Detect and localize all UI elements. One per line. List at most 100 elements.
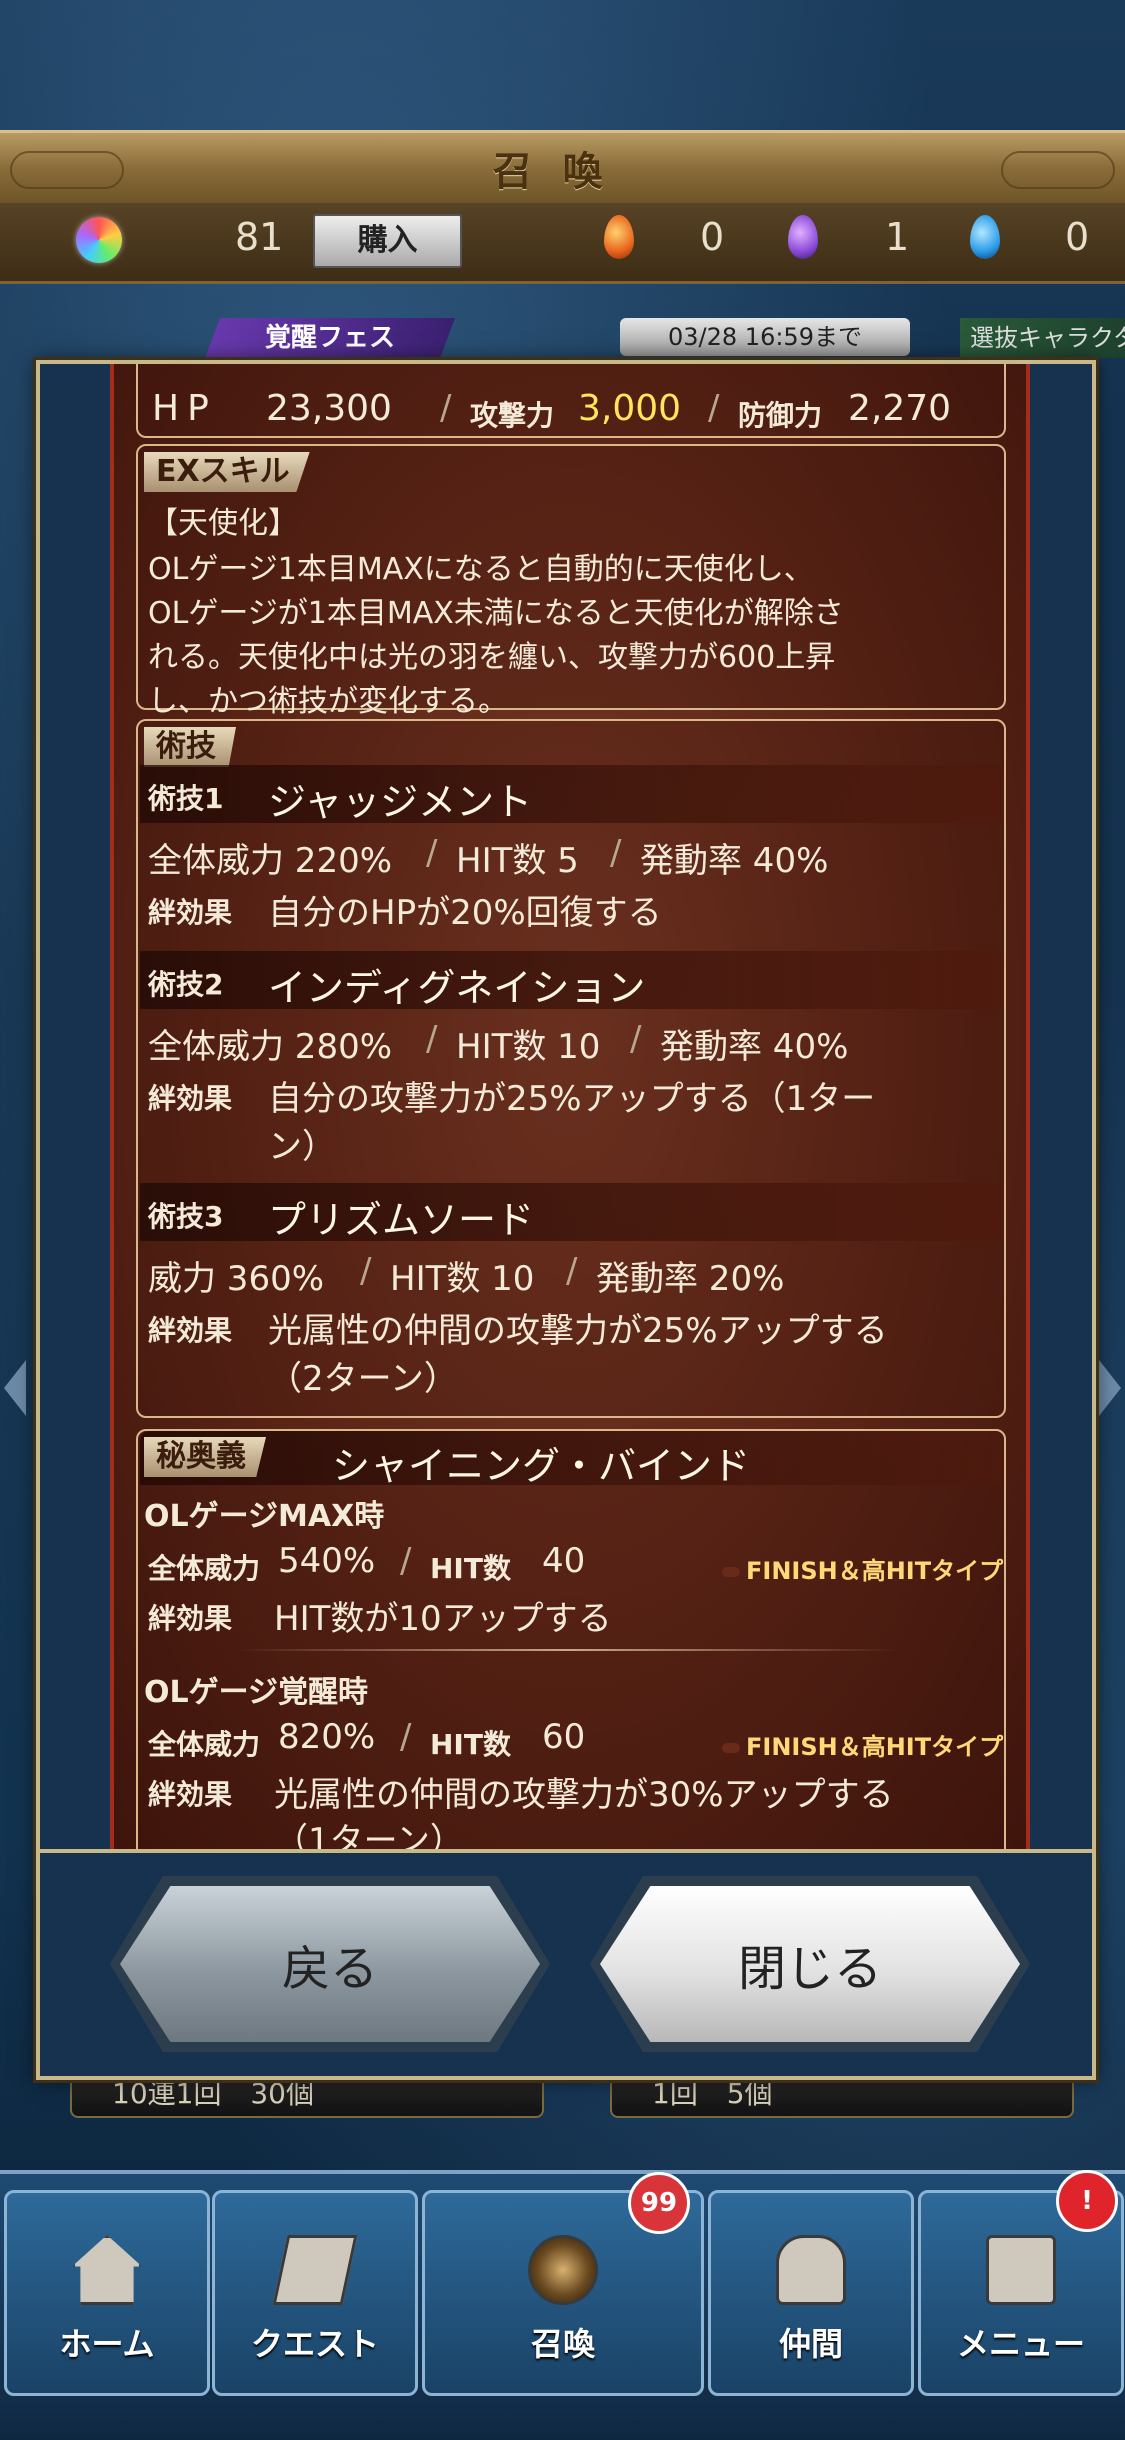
separator: /	[400, 1717, 412, 1757]
ol-max-power: 540%	[278, 1541, 376, 1581]
separator: /	[360, 1251, 372, 1291]
menu-badge: !	[1056, 2170, 1118, 2232]
nav-quest-label: クエスト	[250, 2325, 379, 2363]
art-2-bond-cont: ン）	[268, 1127, 336, 1167]
prev-arrow-icon[interactable]	[4, 1360, 26, 1416]
nav-home-label: ホーム	[59, 2325, 155, 2363]
ol-awake-hits: 60	[542, 1717, 586, 1757]
next-arrow-icon[interactable]	[1099, 1360, 1121, 1416]
nav-home[interactable]: ホーム	[4, 2190, 210, 2396]
art-1-hits: HIT数 5	[456, 841, 579, 881]
currency-row: 81 購入 0 1 0	[0, 203, 1125, 284]
ol-awake-type-tag: FINISH＆高HITタイプ	[722, 1727, 1003, 1762]
right-ornament	[1001, 151, 1115, 189]
nav-quest[interactable]: クエスト	[212, 2190, 418, 2396]
separator: /	[440, 388, 452, 428]
purple-orb-icon	[788, 215, 818, 259]
arts-section: 術技 術技1 ジャッジメント 全体威力 220% / HIT数 5 / 発動率 …	[136, 719, 1006, 1418]
art-3-bond-cont: （2ターン）	[268, 1359, 458, 1399]
red-orb-icon	[604, 215, 634, 259]
page-title: 召喚	[492, 149, 633, 195]
home-icon	[72, 2235, 142, 2305]
ex-skill-line: し、かつ術技が変化する。	[148, 684, 508, 719]
ex-skill-line: れる。天使化中は光の羽を纏い、攻撃力が600上昇	[148, 640, 836, 675]
map-icon	[272, 2235, 358, 2305]
ex-skill-name: 【天使化】	[148, 506, 298, 541]
mystic-name: シャイニング・バインド	[332, 1444, 751, 1488]
art-3-label: 術技3	[148, 1200, 224, 1233]
person-icon	[776, 2235, 846, 2305]
ex-skill-line: OLゲージ1本目MAXになると自動的に天使化し、	[148, 552, 814, 587]
separator: /	[426, 1019, 438, 1059]
buy-button[interactable]: 購入	[313, 214, 462, 268]
character-detail-modal: HP 23,300 / 攻撃力 3,000 / 防御力 2,270 EXスキル …	[36, 360, 1096, 2080]
modal-divider	[40, 1849, 1092, 1853]
ol-awake-hits-label: HIT数	[430, 1728, 511, 1761]
purple-orb-count: 1	[885, 215, 910, 259]
art-1-name: ジャッジメント	[268, 780, 533, 824]
art-2-name: インディグネイション	[268, 966, 646, 1010]
art-3-header: 術技3 プリズムソード	[140, 1183, 1002, 1242]
single-pull-label: 1回	[652, 2077, 698, 2110]
title-bar: 召喚	[0, 130, 1125, 206]
def-value: 2,270	[848, 388, 952, 429]
art-1-bond-label: 絆効果	[148, 896, 233, 929]
divider	[238, 1649, 898, 1651]
festival-tag: 覚醒フェス	[205, 318, 455, 358]
ex-skill-caption: EXスキル	[144, 452, 310, 492]
ol-max-type-tag: FINISH＆高HITタイプ	[722, 1551, 1003, 1586]
summon-badge: 99	[628, 2172, 690, 2234]
summon-circle-icon	[528, 2235, 598, 2305]
detail-scroll-area[interactable]: HP 23,300 / 攻撃力 3,000 / 防御力 2,270 EXスキル …	[110, 364, 1030, 1849]
art-2-hits: HIT数 10	[456, 1027, 601, 1067]
mystic-arte-section: 秘奥義 シャイニング・バインド OLゲージMAX時 全体威力 540% / HI…	[136, 1429, 1006, 1849]
atk-value: 3,000	[578, 388, 682, 429]
selected-character-tag: 選抜キャラクタ	[960, 318, 1125, 358]
separator: /	[708, 388, 720, 428]
mystic-caption: 秘奥義	[144, 1437, 266, 1477]
single-pull-cost: 5個	[726, 2077, 773, 2110]
separator: /	[426, 833, 438, 873]
ol-max-hits-label: HIT数	[430, 1552, 511, 1585]
ol-max-bond-label: 絆効果	[148, 1602, 233, 1635]
ex-skill-line: OLゲージが1本目MAX未満になると天使化が解除さ	[148, 596, 844, 631]
art-3-name: プリズムソード	[268, 1198, 535, 1242]
separator: /	[630, 1019, 642, 1059]
ol-max-title: OLゲージMAX時	[144, 1499, 385, 1534]
art-2-bond: 自分の攻撃力が25%アップする（1ター	[268, 1079, 876, 1119]
scroll-icon	[986, 2235, 1056, 2305]
blue-orb-icon	[970, 215, 1000, 259]
art-3-rate: 発動率 20%	[596, 1259, 785, 1299]
hp-value: 23,300	[266, 388, 392, 429]
ex-skill-section: EXスキル 【天使化】 OLゲージ1本目MAXになると自動的に天使化し、 OLゲ…	[136, 444, 1006, 719]
nav-party[interactable]: 仲間	[708, 2190, 914, 2396]
atk-label: 攻撃力	[470, 399, 555, 432]
ol-awake-bond-label: 絆効果	[148, 1778, 233, 1811]
art-2-power: 全体威力 280%	[148, 1027, 393, 1067]
art-3-power: 威力 360%	[148, 1259, 325, 1299]
separator: /	[610, 833, 622, 873]
ol-max-power-label: 全体威力	[148, 1552, 261, 1585]
art-1-label: 術技1	[148, 782, 224, 815]
ol-awake-power-label: 全体威力	[148, 1728, 261, 1761]
art-2-rate: 発動率 40%	[660, 1027, 849, 1067]
art-1-rate: 発動率 40%	[640, 841, 829, 881]
art-1-bond: 自分のHPが20%回復する	[268, 893, 662, 933]
arts-caption: 術技	[144, 727, 236, 767]
stats-section: HP 23,300 / 攻撃力 3,000 / 防御力 2,270	[136, 364, 1006, 438]
close-button-label: 閉じる	[737, 1941, 882, 1997]
nav-summon-label: 召喚	[530, 2325, 595, 2363]
art-3-hits: HIT数 10	[390, 1259, 535, 1299]
red-orb-count: 0	[700, 215, 725, 259]
art-1-power: 全体威力 220%	[148, 841, 393, 881]
ol-max-bond: HIT数が10アップする	[274, 1599, 612, 1639]
art-1-header: 術技1 ジャッジメント	[140, 765, 1002, 824]
separator: /	[400, 1541, 412, 1581]
back-button[interactable]: 戻る	[120, 1886, 540, 2042]
close-button[interactable]: 閉じる	[600, 1886, 1020, 2042]
deadline-pill: 03/28 16:59まで	[620, 318, 910, 356]
ten-pull-cost: 30個	[250, 2077, 314, 2110]
nav-menu-label: メニュー	[956, 2325, 1085, 2363]
ol-max-hits: 40	[542, 1541, 586, 1581]
nav-party-label: 仲間	[778, 2325, 843, 2363]
